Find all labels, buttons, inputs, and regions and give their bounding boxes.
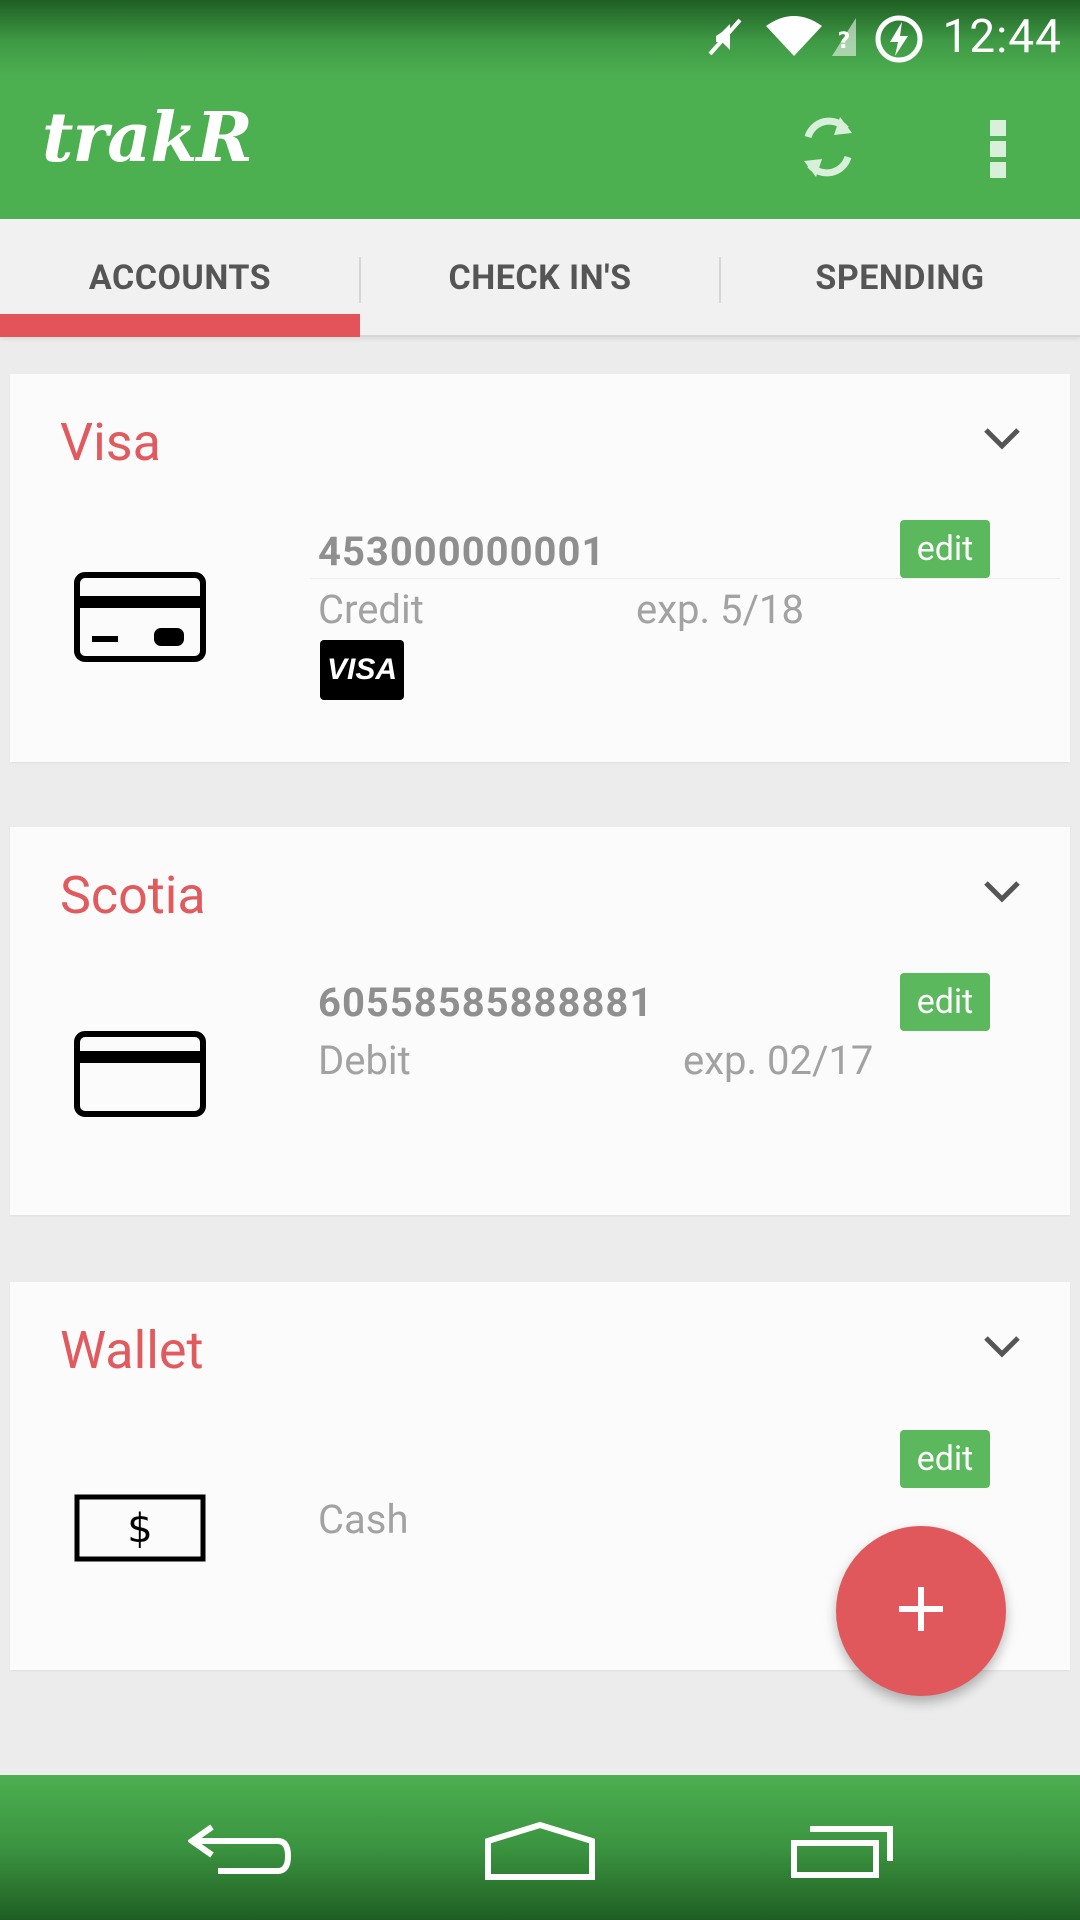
status-time: 12:44 xyxy=(942,10,1062,64)
account-name: Scotia xyxy=(60,865,206,926)
account-type: Debit xyxy=(318,1037,411,1084)
cash-icon: $ xyxy=(74,1494,206,1566)
visa-logo: VISA xyxy=(320,640,404,700)
account-type: Cash xyxy=(318,1496,409,1543)
credit-card-icon xyxy=(74,572,206,666)
home-icon[interactable] xyxy=(484,1821,596,1885)
account-number: 60558585888881 xyxy=(318,979,654,1026)
back-icon[interactable] xyxy=(186,1823,292,1883)
edit-button[interactable]: edit xyxy=(900,973,990,1031)
account-number: 453000000001 xyxy=(318,528,606,575)
edit-button[interactable]: edit xyxy=(900,1430,990,1488)
refresh-icon[interactable] xyxy=(796,109,860,189)
app-logo: trakR xyxy=(42,98,253,178)
account-card[interactable]: Scotia 60558585888881 Debit exp. 02/17 e… xyxy=(10,827,1070,1215)
account-name: Visa xyxy=(60,412,161,473)
add-account-button[interactable] xyxy=(836,1526,1006,1696)
chevron-down-icon[interactable] xyxy=(982,1334,1022,1364)
account-name: Wallet xyxy=(60,1320,204,1381)
account-card[interactable]: Visa 453000000001 Credit exp. 5/18 VISA … xyxy=(10,374,1070,762)
no-sim-icon: ? xyxy=(828,14,860,64)
overflow-menu-icon[interactable] xyxy=(988,118,1008,184)
tab-indicator xyxy=(0,314,360,337)
chevron-down-icon[interactable] xyxy=(982,426,1022,456)
svg-text:?: ? xyxy=(838,29,851,54)
recents-icon[interactable] xyxy=(790,1825,894,1883)
edit-button[interactable]: edit xyxy=(900,520,990,578)
navigation-bar xyxy=(0,1775,1080,1920)
svg-text:$: $ xyxy=(127,1506,152,1552)
plus-icon xyxy=(897,1585,945,1637)
tab-spending[interactable]: SPENDING xyxy=(720,219,1080,337)
app-bar: trakR xyxy=(0,76,1080,219)
chevron-down-icon[interactable] xyxy=(982,879,1022,909)
account-type: Credit xyxy=(318,586,424,633)
tab-check-ins[interactable]: CHECK IN'S xyxy=(360,219,720,337)
debit-card-icon xyxy=(74,1031,206,1121)
battery-charging-icon xyxy=(874,14,924,68)
account-expiry: exp. 5/18 xyxy=(636,586,804,633)
status-bar: ? 12:44 xyxy=(0,0,1080,76)
divider xyxy=(310,578,1060,579)
account-expiry: exp. 02/17 xyxy=(683,1037,874,1084)
mute-icon xyxy=(702,14,748,64)
wifi-icon xyxy=(764,14,824,64)
